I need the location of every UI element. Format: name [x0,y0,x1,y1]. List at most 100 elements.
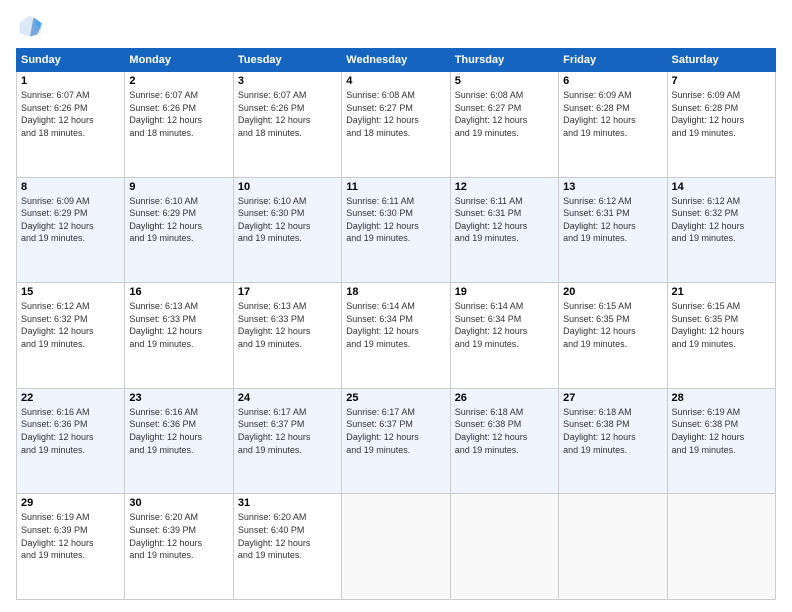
sunset-label: Sunset: [238,419,271,429]
sunrise-time: 6:20 AM [273,512,306,522]
day-number: 1 [21,75,120,87]
sunrise-label: Sunrise: [346,196,382,206]
sunrise-time: 6:08 AM [490,90,523,100]
daylight-label: Daylight: 12 hours [21,432,94,442]
calendar-week-row: 29 Sunrise: 6:19 AM Sunset: 6:39 PM Dayl… [17,494,776,600]
sunrise-time: 6:16 AM [57,407,90,417]
day-info: Sunrise: 6:09 AM Sunset: 6:28 PM Dayligh… [672,89,771,139]
daylight-label: Daylight: 12 hours [672,115,745,125]
sunset-label: Sunset: [455,419,488,429]
daylight-minutes: and 19 minutes. [672,445,736,455]
sunset-time: 6:38 PM [596,419,630,429]
sunrise-label: Sunrise: [455,90,491,100]
day-info: Sunrise: 6:17 AM Sunset: 6:37 PM Dayligh… [238,406,337,456]
sunset-time: 6:26 PM [54,103,88,113]
daylight-label: Daylight: 12 hours [129,432,202,442]
daylight-label: Daylight: 12 hours [238,538,311,548]
sunrise-time: 6:13 AM [273,301,306,311]
sunrise-label: Sunrise: [563,301,599,311]
sunset-label: Sunset: [455,208,488,218]
logo-icon [16,12,44,40]
sunrise-time: 6:10 AM [273,196,306,206]
day-info: Sunrise: 6:07 AM Sunset: 6:26 PM Dayligh… [21,89,120,139]
day-number: 25 [346,392,445,404]
daylight-minutes: and 19 minutes. [129,550,193,560]
daylight-minutes: and 19 minutes. [455,445,519,455]
sunset-time: 6:29 PM [54,208,88,218]
sunset-time: 6:37 PM [379,419,413,429]
daylight-minutes: and 19 minutes. [672,233,736,243]
calendar-cell: 22 Sunrise: 6:16 AM Sunset: 6:36 PM Dayl… [17,388,125,494]
sunrise-time: 6:13 AM [165,301,198,311]
sunset-label: Sunset: [672,419,705,429]
sunset-label: Sunset: [238,208,271,218]
sunrise-label: Sunrise: [238,512,274,522]
calendar-week-row: 8 Sunrise: 6:09 AM Sunset: 6:29 PM Dayli… [17,177,776,283]
daylight-label: Daylight: 12 hours [21,221,94,231]
sunrise-time: 6:18 AM [490,407,523,417]
sunset-time: 6:39 PM [54,525,88,535]
calendar-header-sunday: Sunday [17,49,125,72]
sunrise-label: Sunrise: [455,301,491,311]
sunset-time: 6:32 PM [54,314,88,324]
daylight-label: Daylight: 12 hours [21,115,94,125]
sunset-label: Sunset: [455,314,488,324]
sunrise-time: 6:20 AM [165,512,198,522]
sunset-label: Sunset: [563,103,596,113]
calendar-cell: 14 Sunrise: 6:12 AM Sunset: 6:32 PM Dayl… [667,177,775,283]
sunset-label: Sunset: [21,208,54,218]
day-info: Sunrise: 6:10 AM Sunset: 6:29 PM Dayligh… [129,195,228,245]
sunrise-label: Sunrise: [672,196,708,206]
page: SundayMondayTuesdayWednesdayThursdayFrid… [0,0,792,612]
sunset-time: 6:31 PM [488,208,522,218]
day-info: Sunrise: 6:13 AM Sunset: 6:33 PM Dayligh… [238,300,337,350]
daylight-minutes: and 19 minutes. [563,445,627,455]
day-number: 27 [563,392,662,404]
daylight-label: Daylight: 12 hours [563,326,636,336]
day-number: 31 [238,497,337,509]
sunset-time: 6:30 PM [379,208,413,218]
daylight-label: Daylight: 12 hours [129,115,202,125]
sunset-label: Sunset: [672,208,705,218]
sunrise-time: 6:07 AM [57,90,90,100]
day-number: 13 [563,181,662,193]
day-number: 29 [21,497,120,509]
daylight-label: Daylight: 12 hours [238,221,311,231]
sunrise-time: 6:19 AM [707,407,740,417]
daylight-minutes: and 18 minutes. [346,128,410,138]
day-info: Sunrise: 6:16 AM Sunset: 6:36 PM Dayligh… [21,406,120,456]
daylight-label: Daylight: 12 hours [238,432,311,442]
sunset-label: Sunset: [563,419,596,429]
sunrise-time: 6:08 AM [382,90,415,100]
daylight-minutes: and 19 minutes. [129,339,193,349]
sunset-label: Sunset: [346,103,379,113]
sunset-time: 6:39 PM [162,525,196,535]
sunrise-time: 6:11 AM [382,196,414,206]
sunset-time: 6:28 PM [596,103,630,113]
day-info: Sunrise: 6:20 AM Sunset: 6:39 PM Dayligh… [129,511,228,561]
sunset-label: Sunset: [21,103,54,113]
daylight-label: Daylight: 12 hours [129,326,202,336]
sunset-time: 6:27 PM [488,103,522,113]
sunset-label: Sunset: [672,314,705,324]
sunrise-label: Sunrise: [672,407,708,417]
sunrise-label: Sunrise: [346,90,382,100]
daylight-label: Daylight: 12 hours [238,115,311,125]
day-number: 14 [672,181,771,193]
sunrise-time: 6:14 AM [382,301,415,311]
sunrise-time: 6:11 AM [490,196,522,206]
day-info: Sunrise: 6:11 AM Sunset: 6:31 PM Dayligh… [455,195,554,245]
sunrise-label: Sunrise: [238,407,274,417]
sunrise-label: Sunrise: [563,196,599,206]
day-info: Sunrise: 6:14 AM Sunset: 6:34 PM Dayligh… [455,300,554,350]
sunset-time: 6:31 PM [596,208,630,218]
calendar-cell: 20 Sunrise: 6:15 AM Sunset: 6:35 PM Dayl… [559,283,667,389]
daylight-label: Daylight: 12 hours [672,221,745,231]
sunset-label: Sunset: [346,208,379,218]
sunrise-label: Sunrise: [455,196,491,206]
daylight-label: Daylight: 12 hours [455,221,528,231]
sunset-label: Sunset: [563,208,596,218]
calendar-cell: 12 Sunrise: 6:11 AM Sunset: 6:31 PM Dayl… [450,177,558,283]
sunset-time: 6:35 PM [705,314,739,324]
sunset-time: 6:29 PM [162,208,196,218]
